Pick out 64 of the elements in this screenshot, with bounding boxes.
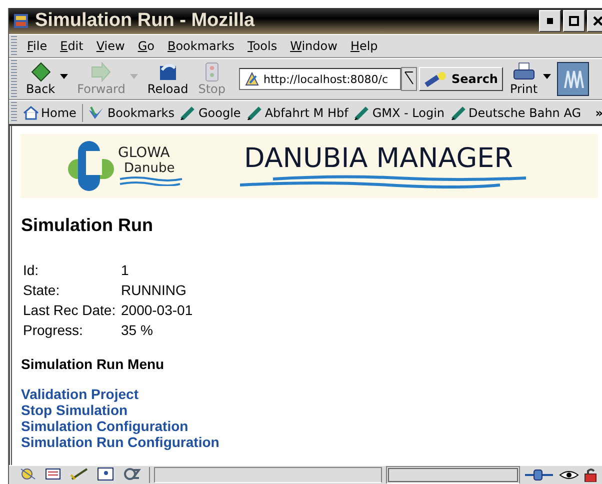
printer-icon bbox=[512, 62, 536, 82]
close-icon bbox=[593, 16, 602, 26]
bookmark-icon bbox=[246, 106, 263, 120]
logo-icon bbox=[66, 139, 116, 193]
lock-icon[interactable] bbox=[584, 468, 598, 482]
bookmark-link[interactable]: Google bbox=[178, 106, 245, 120]
field-label: Progress: bbox=[23, 321, 84, 340]
menu-item[interactable]: Window bbox=[284, 39, 344, 53]
bookmark-icon bbox=[180, 106, 196, 120]
field-label: Last Rec Date: bbox=[23, 301, 117, 320]
bookmark-link[interactable]: Abfahrt M Hbf bbox=[244, 106, 352, 120]
back-icon bbox=[30, 62, 52, 82]
wave-icon bbox=[118, 176, 184, 186]
slash-icon bbox=[404, 70, 414, 86]
section-heading: Simulation Run Menu bbox=[21, 356, 166, 372]
home-icon bbox=[23, 106, 39, 120]
more-bookmarks-button[interactable]: » bbox=[595, 106, 602, 120]
menu-link[interactable]: Simulation Run Configuration bbox=[21, 434, 220, 450]
logo-text: GLOWA bbox=[118, 146, 171, 161]
field-label: Id: bbox=[23, 261, 40, 280]
app-icon bbox=[13, 13, 29, 29]
bookmark-link[interactable]: GMX - Login bbox=[352, 106, 449, 120]
minimize-icon bbox=[547, 18, 553, 24]
bookmark-link[interactable]: Deutsche Bahn AG bbox=[448, 106, 586, 120]
banner-title: DANUBIA MANAGER bbox=[243, 143, 514, 175]
forward-icon bbox=[90, 62, 112, 82]
field-value: RUNNING bbox=[121, 281, 188, 300]
address-field[interactable]: http://localhost:8080/c bbox=[238, 68, 401, 90]
wave-icon bbox=[238, 175, 528, 189]
throbber-logo[interactable] bbox=[556, 62, 589, 96]
back-button[interactable]: Back bbox=[21, 61, 60, 97]
bookmark-link[interactable]: Home bbox=[21, 106, 80, 120]
window-title: Simulation Run - Mozilla bbox=[35, 10, 256, 32]
menu-item[interactable]: Go bbox=[132, 39, 162, 53]
print-button[interactable]: Print bbox=[504, 61, 543, 97]
field-label: State: bbox=[23, 281, 61, 300]
reload-button[interactable]: Reload bbox=[142, 61, 194, 97]
menu-item[interactable]: View bbox=[90, 39, 132, 53]
logo-subtext: Danube bbox=[123, 161, 176, 176]
page-heading: Simulation Run bbox=[21, 214, 154, 236]
field-value: 1 bbox=[121, 261, 130, 280]
maximize-icon bbox=[569, 16, 579, 26]
menu-link[interactable]: Simulation Configuration bbox=[21, 418, 188, 434]
minimize-button[interactable] bbox=[539, 10, 561, 32]
bookmark-icon bbox=[354, 106, 370, 120]
eye-icon[interactable] bbox=[558, 468, 580, 482]
bookmark-icon bbox=[450, 106, 467, 120]
menu-item[interactable]: Help bbox=[344, 39, 385, 53]
menu-item[interactable]: File bbox=[21, 39, 54, 53]
menu-item[interactable]: Bookmarks bbox=[161, 39, 242, 53]
field-value: 35 % bbox=[121, 321, 154, 340]
menu-link[interactable]: Validation Project bbox=[21, 386, 138, 402]
bookmark-link[interactable]: Bookmarks bbox=[85, 106, 178, 120]
caret-icon[interactable] bbox=[542, 74, 551, 78]
dropdown-button[interactable] bbox=[400, 67, 417, 91]
plug-icon[interactable] bbox=[524, 468, 554, 482]
menu-item[interactable]: Edit bbox=[54, 39, 90, 53]
caret-icon[interactable] bbox=[60, 74, 68, 78]
maximize-button[interactable] bbox=[563, 10, 585, 32]
menu-item[interactable]: Tools bbox=[242, 39, 284, 53]
page-icon bbox=[244, 71, 260, 87]
search-button[interactable]: Search bbox=[418, 67, 503, 91]
field-value: 2000-03-01 bbox=[121, 301, 194, 320]
menu-link[interactable]: Stop Simulation bbox=[21, 402, 128, 418]
